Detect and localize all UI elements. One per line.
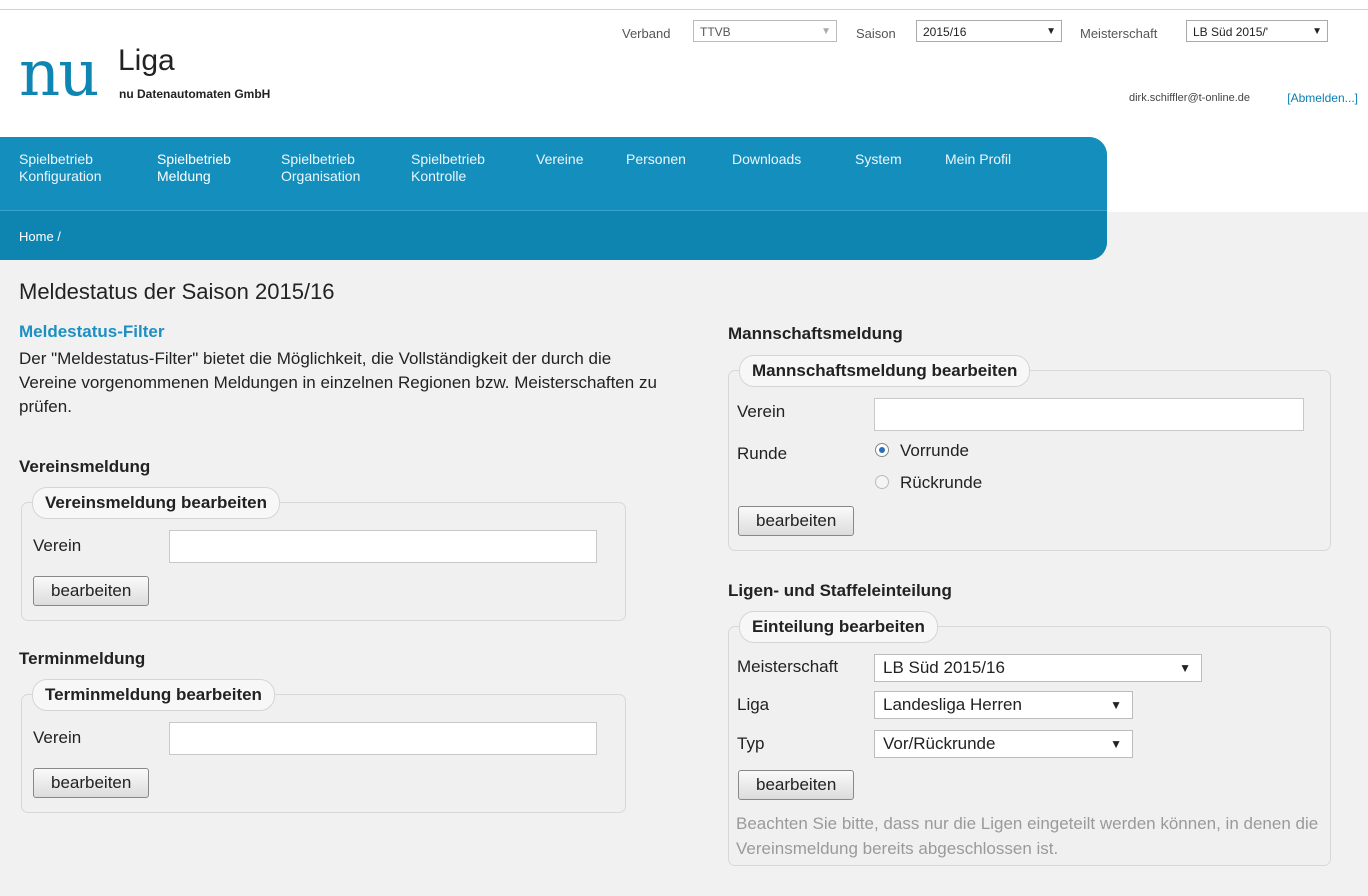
nav-item-system[interactable]: System bbox=[855, 151, 902, 168]
rueckrunde-label[interactable]: Rückrunde bbox=[900, 473, 982, 493]
logo-liga: Liga bbox=[118, 44, 175, 77]
nav-row: Spielbetrieb Konfiguration Spielbetrieb … bbox=[0, 137, 1107, 210]
nav-item-line1: Spielbetrieb bbox=[411, 151, 485, 167]
logout-link[interactable]: [Abmelden...] bbox=[1287, 91, 1358, 105]
einteilung-typ-value: Vor/Rückrunde bbox=[883, 734, 996, 753]
nav-item-mein-profil[interactable]: Mein Profil bbox=[945, 151, 1011, 168]
chevron-down-icon: ▼ bbox=[1046, 26, 1056, 37]
einteilung-note: Beachten Sie bitte, dass nur die Ligen e… bbox=[736, 814, 1319, 858]
nav-item-spielbetrieb-konfiguration[interactable]: Spielbetrieb Konfiguration bbox=[19, 151, 102, 185]
nav-item-line1: Spielbetrieb bbox=[19, 151, 93, 167]
einteilung-typ-select[interactable]: Vor/Rückrunde ▼ bbox=[874, 730, 1133, 758]
logo-company: nu Datenautomaten GmbH bbox=[119, 87, 271, 101]
terminmeldung-legend: Terminmeldung bearbeiten bbox=[32, 679, 275, 711]
einteilung-liga-select[interactable]: Landesliga Herren ▼ bbox=[874, 691, 1133, 719]
vorrunde-label[interactable]: Vorrunde bbox=[900, 441, 969, 461]
chevron-down-icon: ▼ bbox=[1179, 661, 1191, 675]
vereinsmeldung-fieldset: Vereinsmeldung bearbeiten Verein bearbei… bbox=[21, 487, 626, 621]
nav-item-spielbetrieb-organisation[interactable]: Spielbetrieb Organisation bbox=[281, 151, 360, 185]
terminmeldung-verein-input[interactable] bbox=[169, 722, 597, 755]
mannschaftsmeldung-legend: Mannschaftsmeldung bearbeiten bbox=[739, 355, 1031, 387]
meldestatus-filter-link[interactable]: Meldestatus-Filter bbox=[19, 322, 164, 342]
verein-label: Verein bbox=[737, 402, 786, 421]
chevron-down-icon: ▼ bbox=[821, 26, 831, 37]
breadcrumb[interactable]: Home / bbox=[19, 229, 61, 244]
main-navigation: Spielbetrieb Konfiguration Spielbetrieb … bbox=[0, 137, 1107, 260]
terminmeldung-fieldset: Terminmeldung bearbeiten Verein bearbeit… bbox=[21, 679, 626, 813]
nav-item-line1: System bbox=[855, 151, 902, 167]
nav-item-line1: Vereine bbox=[536, 151, 584, 167]
verein-label: Verein bbox=[33, 536, 82, 555]
einteilung-heading: Ligen- und Staffeleinteilung bbox=[728, 581, 952, 600]
runde-label: Runde bbox=[737, 444, 788, 463]
saison-label: Saison bbox=[856, 26, 896, 41]
logo-nu: nu bbox=[19, 37, 99, 111]
nav-item-line1: Personen bbox=[626, 151, 686, 167]
mannschaftsmeldung-heading: Mannschaftsmeldung bbox=[728, 324, 903, 343]
einteilung-liga-value: Landesliga Herren bbox=[883, 695, 1022, 714]
verband-value: TTVB bbox=[700, 25, 731, 39]
breadcrumb-bar: Home / bbox=[0, 210, 1107, 260]
radio-vorrunde[interactable] bbox=[875, 443, 889, 457]
vereinsmeldung-bearbeiten-button[interactable]: bearbeiten bbox=[33, 576, 150, 606]
terminmeldung-bearbeiten-button[interactable]: bearbeiten bbox=[33, 768, 150, 798]
meisterschaft-label: Meisterschaft bbox=[1080, 26, 1158, 41]
user-email: dirk.schiffler@t-online.de bbox=[1128, 92, 1250, 104]
vereinsmeldung-legend: Vereinsmeldung bearbeiten bbox=[32, 487, 281, 519]
meisterschaft-label: Meisterschaft bbox=[737, 657, 839, 676]
page-title: Meldestatus der Saison 2015/16 bbox=[19, 279, 335, 304]
nav-item-line1: Mein Profil bbox=[945, 151, 1012, 167]
mannschaftsmeldung-fieldset: Mannschaftsmeldung bearbeiten Verein Run… bbox=[728, 355, 1331, 551]
nav-item-line2: Kontrolle bbox=[411, 168, 467, 184]
mannschaftsmeldung-bearbeiten-button[interactable]: bearbeiten bbox=[738, 506, 855, 536]
meisterschaft-value: LB Süd 2015/' bbox=[1193, 25, 1269, 39]
nav-item-line2: Organisation bbox=[281, 168, 361, 184]
nav-item-vereine[interactable]: Vereine bbox=[536, 151, 583, 168]
nav-item-personen[interactable]: Personen bbox=[626, 151, 686, 168]
saison-value: 2015/16 bbox=[923, 25, 967, 39]
filter-description: Der "Meldestatus-Filter" bietet die Mögl… bbox=[19, 349, 657, 416]
meisterschaft-select[interactable]: LB Süd 2015/' ▼ bbox=[1186, 20, 1328, 42]
nav-item-line1: Spielbetrieb bbox=[281, 151, 355, 167]
nav-item-spielbetrieb-meldung[interactable]: Spielbetrieb Meldung bbox=[157, 151, 231, 185]
liga-label: Liga bbox=[737, 695, 770, 714]
einteilung-legend: Einteilung bearbeiten bbox=[739, 611, 938, 643]
chevron-down-icon: ▼ bbox=[1110, 737, 1122, 751]
nav-item-line1: Downloads bbox=[732, 151, 802, 167]
vereinsmeldung-heading: Vereinsmeldung bbox=[19, 457, 151, 476]
verein-label: Verein bbox=[33, 728, 82, 747]
nav-item-line2: Meldung bbox=[157, 168, 211, 184]
vereinsmeldung-verein-input[interactable] bbox=[169, 530, 597, 563]
chevron-down-icon: ▼ bbox=[1312, 26, 1322, 37]
radio-rueckrunde[interactable] bbox=[875, 475, 889, 489]
nav-item-line2: Konfiguration bbox=[19, 168, 102, 184]
nav-item-spielbetrieb-kontrolle[interactable]: Spielbetrieb Kontrolle bbox=[411, 151, 485, 185]
einteilung-bearbeiten-button[interactable]: bearbeiten bbox=[738, 770, 855, 800]
einteilung-meisterschaft-select[interactable]: LB Süd 2015/16 ▼ bbox=[874, 654, 1202, 682]
typ-label: Typ bbox=[737, 734, 765, 753]
top-divider bbox=[0, 9, 1368, 10]
nav-item-line1: Spielbetrieb bbox=[157, 151, 231, 167]
chevron-down-icon: ▼ bbox=[1110, 698, 1122, 712]
einteilung-meisterschaft-value: LB Süd 2015/16 bbox=[883, 658, 1005, 677]
nav-item-downloads[interactable]: Downloads bbox=[732, 151, 801, 168]
mannschaftsmeldung-verein-input[interactable] bbox=[874, 398, 1304, 431]
verband-label: Verband bbox=[622, 26, 671, 41]
terminmeldung-heading: Terminmeldung bbox=[19, 649, 146, 668]
saison-select[interactable]: 2015/16 ▼ bbox=[916, 20, 1062, 42]
verband-select[interactable]: TTVB ▼ bbox=[693, 20, 837, 42]
